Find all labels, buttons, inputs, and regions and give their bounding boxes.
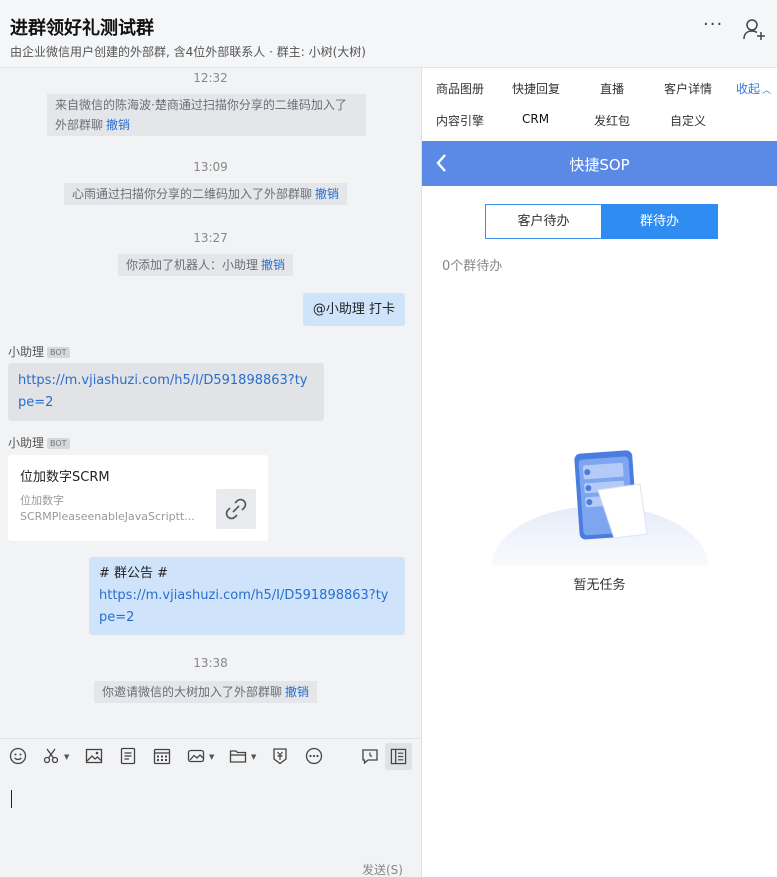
more-options-button[interactable]: ··· [703, 14, 723, 35]
system-message: 你邀请微信的大树加入了外部群聊 撤销 [94, 681, 318, 703]
sop-title: 快捷SOP [569, 156, 630, 174]
sop-header: 快捷SOP [422, 141, 777, 186]
panel-icon [390, 748, 407, 765]
system-message-text: 你添加了机器人：小助理 [126, 258, 259, 272]
group-todo-count: 0个群待办 [442, 259, 503, 274]
link-icon [216, 489, 256, 529]
link-card-desc-line: 位加数字 [20, 494, 64, 507]
document-icon[interactable] [119, 747, 137, 765]
bot-name: 小助理 [8, 436, 45, 450]
bot-name: 小助理 [8, 345, 45, 359]
send-button[interactable]: 发送(S) [362, 861, 403, 877]
bot-badge: BOT [47, 347, 70, 358]
group-title: 进群领好礼测试群 [10, 18, 154, 39]
tab-live[interactable]: 直播 [600, 80, 624, 97]
message-time: 13:09 [193, 160, 228, 174]
tab-red-packet[interactable]: 发红包 [594, 112, 630, 129]
system-message-text: 心雨通过扫描你分享的二维码加入了外部群聊 [72, 187, 313, 201]
tab-customer-details[interactable]: 客户详情 [664, 80, 712, 97]
message-input[interactable]: 发送(S) [0, 774, 421, 877]
link-card-title: 位加数字SCRM [20, 470, 110, 485]
group-subtitle: 由企业微信用户创建的外部群, 含4位外部联系人 · 群主: 小树(大树) [10, 45, 366, 59]
undo-link[interactable]: 撤销 [285, 685, 309, 699]
calendar-icon[interactable] [153, 747, 171, 765]
tab-group-todo[interactable]: 群待办 [601, 204, 718, 239]
chat-message-area[interactable]: 12:32 来自微信的陈海波·楚商通过扫描你分享的二维码加入了外部群聊 撤销 13… [0, 68, 421, 738]
collapse-button[interactable]: 收起 ︿ [736, 80, 771, 97]
sender-name: 小助理 BOT [8, 343, 70, 360]
picture-icon[interactable] [187, 747, 205, 765]
bot-message-bubble: https://m.vjiashuzi.com/h5/I/D591898863?… [8, 363, 324, 421]
undo-link[interactable]: 撤销 [106, 118, 130, 132]
emoji-icon[interactable] [9, 747, 27, 765]
chevron-down-icon[interactable]: ▼ [251, 753, 256, 761]
tab-product-catalog[interactable]: 商品图册 [436, 80, 484, 97]
system-message-text: 你邀请微信的大树加入了外部群聊 [102, 685, 283, 699]
message-time: 13:38 [193, 656, 228, 670]
my-message-bubble[interactable]: @小助理 打卡 [303, 293, 405, 326]
money-icon[interactable] [271, 747, 289, 765]
empty-clipboard-icon [492, 450, 708, 566]
tab-crm[interactable]: CRM [522, 112, 549, 126]
image-icon[interactable] [85, 747, 103, 765]
chat-header: 进群领好礼测试群 由企业微信用户创建的外部群, 含4位外部联系人 · 群主: 小… [0, 0, 777, 68]
chevron-down-icon[interactable]: ▼ [209, 753, 214, 761]
system-message: 你添加了机器人：小助理 撤销 [118, 254, 294, 276]
chat-history-icon[interactable] [361, 747, 379, 765]
folder-icon[interactable] [229, 747, 247, 765]
input-toolbar: ▼ ▼ ▼ [0, 738, 421, 774]
tab-quick-reply[interactable]: 快捷回复 [512, 80, 560, 97]
system-message-text: 来自微信的陈海波·楚商通过扫描你分享的二维码加入了外部群聊 [55, 98, 347, 132]
more-icon[interactable] [305, 747, 323, 765]
tab-customer-todo[interactable]: 客户待办 [485, 204, 602, 239]
group-notice-bubble[interactable]: # 群公告 # https://m.vjiashuzi.com/h5/I/D59… [89, 557, 405, 635]
chevron-up-icon: ︿ [762, 86, 772, 96]
chevron-down-icon[interactable]: ▼ [64, 753, 69, 761]
bot-badge: BOT [47, 438, 70, 449]
message-time: 13:27 [193, 231, 228, 245]
message-time: 12:32 [193, 71, 228, 85]
system-message: 来自微信的陈海波·楚商通过扫描你分享的二维码加入了外部群聊 撤销 [47, 94, 366, 136]
collapse-label: 收起 [736, 82, 761, 96]
side-panel: 商品图册 快捷回复 直播 客户详情 收起 ︿ 内容引擎 CRM 发红包 自定义 快… [422, 68, 777, 877]
text-cursor [11, 790, 12, 808]
add-member-icon[interactable] [742, 17, 766, 41]
panel-toggle-button[interactable] [385, 743, 412, 770]
link-card-desc-line: SCRMPleaseenableJavaScriptt... [20, 510, 195, 523]
undo-link[interactable]: 撤销 [261, 258, 285, 272]
tab-content-engine[interactable]: 内容引擎 [436, 112, 484, 129]
scissors-icon[interactable] [42, 747, 60, 765]
link-card[interactable]: 位加数字SCRM 位加数字 SCRMPleaseenableJavaScript… [8, 455, 268, 541]
tab-custom[interactable]: 自定义 [670, 112, 706, 129]
bot-message-link[interactable]: https://m.vjiashuzi.com/h5/I/D591898863?… [18, 373, 308, 410]
undo-link[interactable]: 撤销 [315, 187, 339, 201]
link-card-description: 位加数字 SCRMPleaseenableJavaScriptt... [20, 493, 208, 525]
sender-name: 小助理 BOT [8, 434, 70, 451]
group-notice-link[interactable]: https://m.vjiashuzi.com/h5/I/D591898863?… [99, 585, 395, 629]
system-message: 心雨通过扫描你分享的二维码加入了外部群聊 撤销 [64, 183, 348, 205]
group-notice-title: # 群公告 # [99, 566, 169, 581]
empty-state-text: 暂无任务 [573, 578, 626, 593]
